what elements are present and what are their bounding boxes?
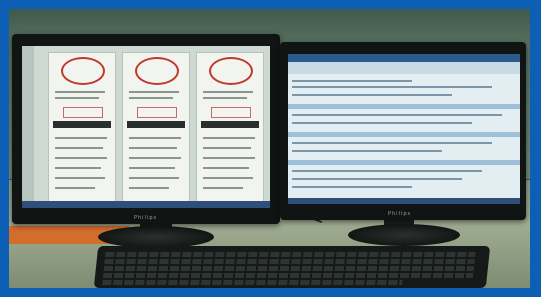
form-section-band: [288, 160, 520, 165]
app-header: [288, 62, 520, 74]
red-seal-stamp: [209, 57, 253, 85]
red-seal-stamp: [135, 57, 179, 85]
right-monitor: Philips: [280, 42, 526, 220]
left-monitor-base: [98, 226, 214, 248]
left-screen: [22, 46, 270, 208]
form-section-band: [288, 104, 520, 109]
form-section-band: [288, 132, 520, 137]
scanned-receipt: [196, 52, 264, 204]
viewer-sidebar: [22, 46, 34, 208]
right-monitor-base: [348, 224, 460, 246]
red-seal-stamp: [61, 57, 105, 85]
scanned-receipt: [122, 52, 190, 204]
monitor-brand-label: Philips: [388, 211, 412, 217]
photo-scene: Philips Philips: [0, 0, 541, 297]
scanned-receipt: [48, 52, 116, 204]
left-monitor: Philips: [12, 34, 280, 224]
taskbar: [22, 201, 270, 208]
right-screen: [288, 54, 520, 204]
taskbar: [288, 198, 520, 204]
app-title-bar: [288, 54, 520, 62]
keyboard: [93, 246, 491, 288]
monitor-brand-label: Philips: [134, 215, 158, 221]
